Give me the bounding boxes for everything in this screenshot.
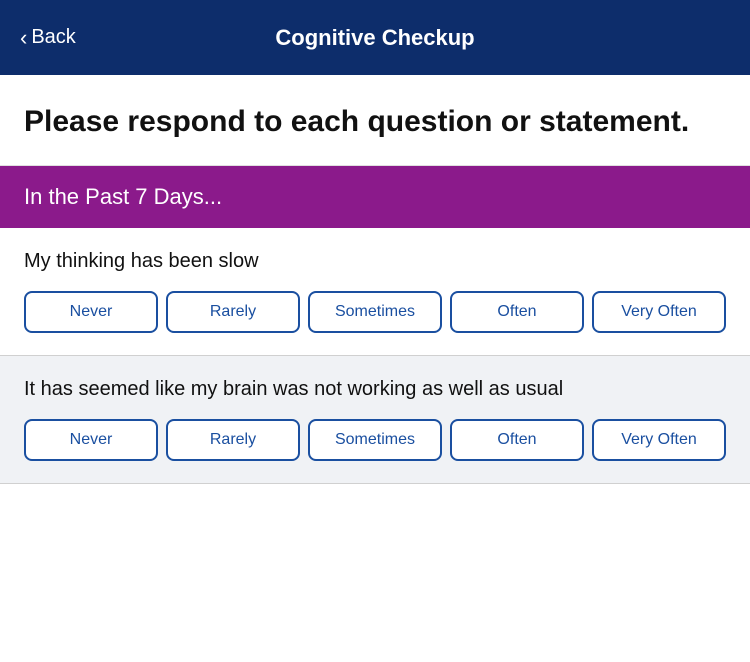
question-2-text: It has seemed like my brain was not work… bbox=[24, 376, 726, 403]
question-1-text: My thinking has been slow bbox=[24, 248, 726, 275]
option-never-q2[interactable]: Never bbox=[24, 419, 158, 461]
back-button[interactable]: ‹ Back bbox=[20, 25, 76, 51]
option-often-q2[interactable]: Often bbox=[450, 419, 584, 461]
question-block-1: My thinking has been slow NeverRarelySom… bbox=[0, 228, 750, 356]
question-2-options: NeverRarelySometimesOftenVery Often bbox=[24, 419, 726, 461]
option-rarely-q2[interactable]: Rarely bbox=[166, 419, 300, 461]
page-title: Cognitive Checkup bbox=[275, 25, 474, 51]
questions-container: My thinking has been slow NeverRarelySom… bbox=[0, 228, 750, 484]
back-chevron-icon: ‹ bbox=[20, 25, 27, 51]
period-banner: In the Past 7 Days... bbox=[0, 166, 750, 228]
instruction-section: Please respond to each question or state… bbox=[0, 75, 750, 166]
app-header: ‹ Back Cognitive Checkup bbox=[0, 0, 750, 75]
option-never-q1[interactable]: Never bbox=[24, 291, 158, 333]
option-very-often-q1[interactable]: Very Often bbox=[592, 291, 726, 333]
option-sometimes-q2[interactable]: Sometimes bbox=[308, 419, 442, 461]
question-1-options: NeverRarelySometimesOftenVery Often bbox=[24, 291, 726, 333]
option-very-often-q2[interactable]: Very Often bbox=[592, 419, 726, 461]
option-rarely-q1[interactable]: Rarely bbox=[166, 291, 300, 333]
instruction-text: Please respond to each question or state… bbox=[24, 103, 726, 141]
option-sometimes-q1[interactable]: Sometimes bbox=[308, 291, 442, 333]
period-text: In the Past 7 Days... bbox=[24, 184, 222, 209]
back-label: Back bbox=[31, 26, 75, 49]
option-often-q1[interactable]: Often bbox=[450, 291, 584, 333]
question-block-2: It has seemed like my brain was not work… bbox=[0, 356, 750, 484]
